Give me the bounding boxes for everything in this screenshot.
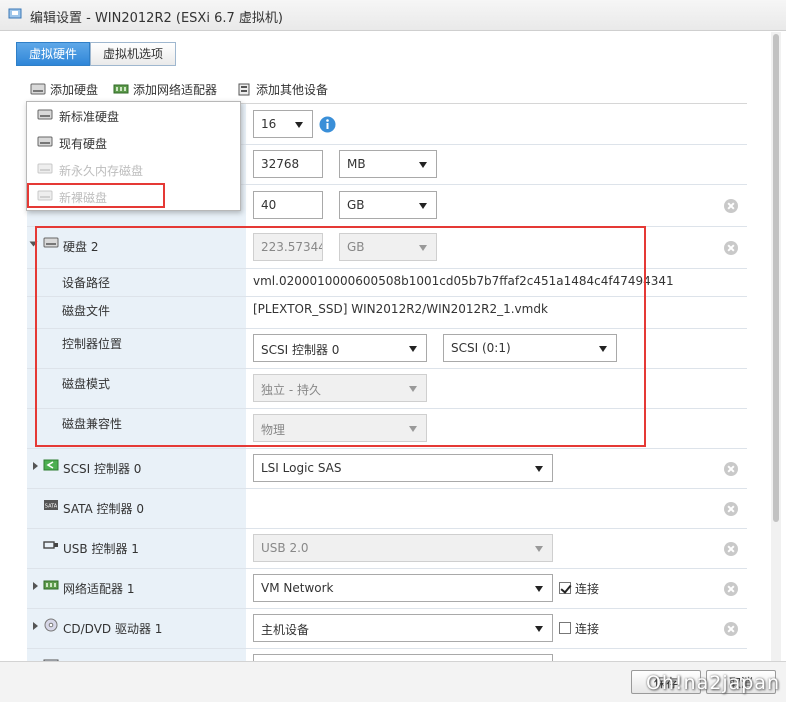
remove-disk-2-icon[interactable] [724, 241, 738, 255]
cd-dvd-row: CD/DVD 驱动器 1 主机设备 连接 [27, 608, 747, 649]
sata-controller-row: SATA SATA 控制器 0 [27, 488, 747, 529]
chevron-down-icon [535, 586, 543, 592]
sata-controller-icon: SATA [44, 500, 58, 510]
expand-icon[interactable] [33, 622, 38, 630]
remove-disk-1-icon[interactable] [724, 199, 738, 213]
usb-icon [43, 541, 58, 549]
device-icon [238, 83, 250, 96]
cd-dvd-connect-label: 连接 [575, 622, 600, 636]
remove-cd-dvd-icon[interactable] [724, 622, 738, 636]
window-title: 编辑设置 - WIN2012R2 (ESXi 6.7 虚拟机) [30, 11, 283, 26]
memory-unit-select[interactable]: MB [339, 150, 437, 178]
expand-icon[interactable] [33, 582, 38, 590]
network-connect-checkbox[interactable] [559, 582, 571, 594]
network-adapter-label: 网络适配器 1 [63, 582, 135, 596]
memory-input[interactable]: 32768 [253, 150, 323, 178]
network-adapter-icon [43, 580, 59, 590]
scsi-controller-icon [43, 459, 59, 471]
usb-controller-label: USB 控制器 1 [63, 542, 139, 556]
remove-network-adapter-icon[interactable] [724, 582, 738, 596]
disk-1-size-input[interactable]: 40 [253, 191, 323, 219]
chevron-down-icon [535, 546, 543, 552]
remove-scsi-controller-icon[interactable] [724, 462, 738, 476]
hard-disk-icon [37, 136, 53, 147]
disk-1-unit-select[interactable]: GB [339, 191, 437, 219]
tab-virtual-hardware[interactable]: 虚拟硬件 [16, 42, 91, 66]
tab-vm-options[interactable]: 虚拟机选项 [90, 42, 177, 66]
expand-icon[interactable] [33, 462, 38, 470]
usb-type-select[interactable]: USB 2.0 [253, 534, 553, 562]
chevron-down-icon [535, 466, 543, 472]
sata-controller-label: SATA 控制器 0 [63, 502, 144, 516]
network-adapter-icon [113, 84, 129, 94]
network-select[interactable]: VM Network [253, 574, 553, 602]
chevron-down-icon [535, 626, 543, 632]
scsi-controller-row: SCSI 控制器 0 LSI Logic SAS [27, 448, 747, 489]
chevron-down-icon [419, 162, 427, 168]
cpu-select[interactable]: 16 [253, 110, 313, 138]
cd-dvd-connect-checkbox[interactable] [559, 622, 571, 634]
menu-existing-disk[interactable]: 现有硬盘 [27, 129, 240, 156]
remove-sata-controller-icon[interactable] [724, 502, 738, 516]
highlight-raw-disk-settings [35, 226, 646, 447]
menu-new-pmem-disk: 新永久内存磁盘 [27, 156, 240, 183]
window-titlebar: 编辑设置 - WIN2012R2 (ESXi 6.7 虚拟机) [0, 0, 786, 31]
highlight-new-raw-disk [27, 183, 165, 208]
hard-disk-icon [37, 109, 53, 120]
usb-controller-row: USB 控制器 1 USB 2.0 [27, 528, 747, 569]
chevron-down-icon [295, 122, 303, 128]
hard-disk-icon [30, 83, 46, 95]
remove-usb-controller-icon[interactable] [724, 542, 738, 556]
scsi-type-select[interactable]: LSI Logic SAS [253, 454, 553, 482]
network-adapter-row: 网络适配器 1 VM Network 连接 [27, 568, 747, 609]
scsi-controller-label: SCSI 控制器 0 [63, 462, 142, 476]
vm-icon [8, 8, 22, 19]
scrollbar-thumb[interactable] [773, 34, 779, 522]
cd-dvd-label: CD/DVD 驱动器 1 [63, 622, 163, 636]
watermark: Oh!na2japan [645, 672, 780, 694]
network-connect-label: 连接 [575, 582, 600, 596]
info-icon[interactable] [319, 116, 336, 133]
pmem-disk-icon [37, 163, 53, 174]
chevron-down-icon [419, 203, 427, 209]
svg-text:SATA: SATA [45, 504, 58, 510]
vertical-scrollbar[interactable] [771, 32, 781, 662]
menu-new-standard-disk[interactable]: 新标准硬盘 [27, 102, 240, 129]
cd-dvd-icon [44, 618, 58, 632]
cd-dvd-select[interactable]: 主机设备 [253, 614, 553, 642]
